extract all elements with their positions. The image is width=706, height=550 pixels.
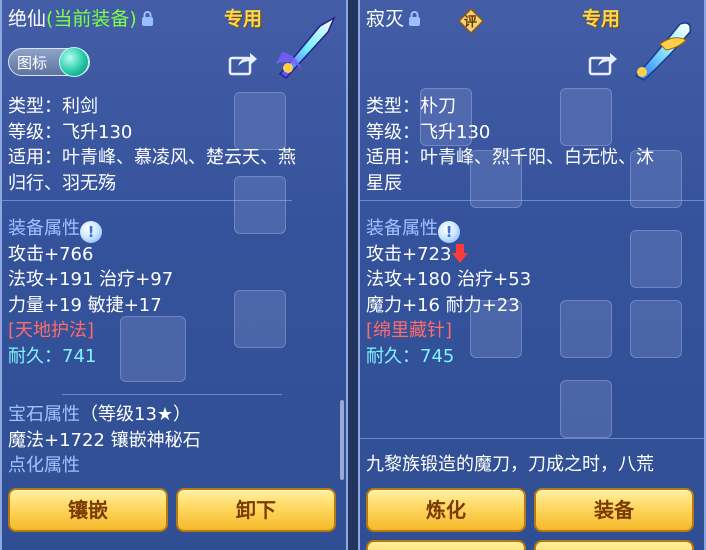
attack-stat: 攻击+723 — [366, 243, 452, 265]
divider — [2, 200, 292, 201]
equip-attr-title: 装备属性 — [8, 218, 80, 239]
item-usable-by: 适用：叶青峰、慕凌风、楚云天、燕 — [8, 147, 296, 168]
item-level: 等级：飞升130 — [8, 121, 133, 143]
background-slot — [630, 300, 682, 358]
toggle-orb-icon — [59, 47, 89, 77]
background-slot — [630, 230, 682, 288]
attr-line: 法攻+180 治疗+53 — [366, 269, 532, 290]
icon-toggle-label: 图标 — [17, 54, 48, 72]
durability: 耐久：741 — [8, 345, 97, 367]
item-usable-by-cont: 归行、羽无殇 — [8, 172, 116, 194]
inlay-button[interactable]: 镶嵌 — [8, 488, 168, 532]
special-effect: [天地护法] — [8, 320, 95, 341]
equip-button[interactable]: 装备 — [534, 488, 694, 532]
lock-icon[interactable] — [141, 11, 154, 26]
right-item-tooltip: 寂灭 评 专用 类型：朴刀 等级：飞升130 适用：叶青峰、烈千阳、白无忧、沐 … — [358, 0, 706, 550]
description-text: 九黎族锻造的魔刀，刀成之时，八荒 — [366, 454, 654, 475]
icon-toggle[interactable]: 图标 — [8, 47, 90, 77]
sword-weapon-icon — [276, 16, 336, 79]
item-name: 绝仙 — [8, 8, 47, 30]
divider — [360, 200, 704, 201]
item-usable-by-cont: 星辰 — [366, 172, 402, 194]
rating-badge-label: 评 — [464, 15, 478, 30]
right-equip-attributes: 装备属性! 攻击+723 法攻+180 治疗+53 魔力+16 耐力+23 [绵… — [366, 216, 531, 369]
blade-weapon-icon — [634, 22, 692, 81]
left-base-stats: 类型：利剑 等级：飞升130 适用：叶青峰、慕凌风、楚云天、燕 归行、羽无殇 — [8, 94, 296, 196]
exclusive-label: 专用 — [224, 8, 263, 30]
left-gem-attributes: 宝石属性（等级13★） 魔法+1722 镶嵌神秘石 点化属性 — [8, 402, 201, 479]
special-effect: [绵里藏针] — [366, 320, 453, 341]
attr-line: 法攻+191 治疗+97 — [8, 269, 174, 290]
item-title: 绝仙(当前装备) — [8, 6, 154, 32]
divider — [360, 438, 704, 439]
unequip-button[interactable]: 卸下 — [176, 488, 336, 532]
left-item-tooltip: 绝仙(当前装备) 专用 图标 类型：利剑 等级：飞升130 适用：叶青峰、慕凌风… — [0, 0, 348, 550]
panel-gap — [348, 0, 358, 550]
attr-line: 攻击+766 — [8, 243, 94, 265]
item-usable-by: 适用：叶青峰、烈千阳、白无忧、沐 — [366, 147, 654, 168]
item-type: 类型：利剑 — [8, 96, 98, 117]
share-icon[interactable] — [588, 50, 618, 76]
refine-attr-title: 点化属性 — [8, 455, 80, 476]
background-slot — [560, 300, 612, 358]
lock-icon[interactable] — [408, 11, 421, 26]
background-slot — [560, 380, 612, 438]
right-base-stats: 类型：朴刀 等级：飞升130 适用：叶青峰、烈千阳、白无忧、沐 星辰 — [366, 94, 654, 196]
equipped-tag: (当前装备) — [46, 8, 137, 30]
background-slot — [234, 290, 286, 348]
info-icon[interactable]: ! — [438, 221, 460, 243]
item-title: 寂灭 — [366, 6, 421, 32]
item-name: 寂灭 — [366, 8, 405, 30]
gem-attr-title: 宝石属性 — [8, 404, 80, 425]
exclusive-label: 专用 — [582, 8, 621, 30]
refine-button[interactable]: 炼化 — [366, 488, 526, 532]
item-description: 九黎族锻造的魔刀，刀成之时，八荒 — [366, 452, 654, 478]
durability: 耐久：745 — [366, 345, 455, 367]
decrease-arrow-icon — [452, 243, 469, 263]
partial-button[interactable] — [366, 540, 526, 550]
rating-badge[interactable]: 评 — [457, 7, 485, 35]
info-icon[interactable]: ! — [80, 221, 102, 243]
attr-line: 力量+19 敏捷+17 — [8, 294, 162, 316]
equip-attr-title: 装备属性 — [366, 218, 438, 239]
divider — [62, 394, 282, 395]
item-type: 类型：朴刀 — [366, 96, 456, 117]
partial-button[interactable] — [534, 540, 694, 550]
item-level: 等级：飞升130 — [366, 121, 491, 143]
gem-level: （等级13★） — [80, 404, 192, 425]
share-icon[interactable] — [228, 50, 258, 76]
scrollbar[interactable] — [340, 400, 344, 480]
attr-line: 魔力+16 耐力+23 — [366, 294, 520, 316]
gem-attr: 魔法+1722 镶嵌神秘石 — [8, 429, 201, 451]
left-equip-attributes: 装备属性! 攻击+766 法攻+191 治疗+97 力量+19 敏捷+17 [天… — [8, 216, 173, 369]
